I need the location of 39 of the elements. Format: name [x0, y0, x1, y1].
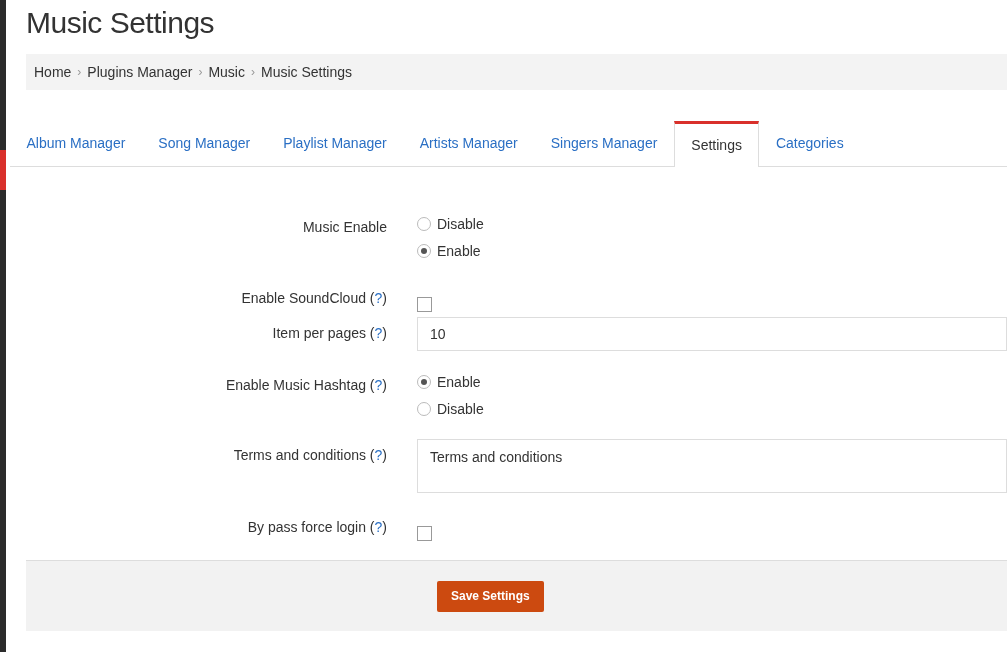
breadcrumb-separator: ›: [251, 64, 255, 81]
checkbox[interactable]: [417, 526, 432, 541]
checkbox[interactable]: [417, 297, 432, 312]
radio-button[interactable]: [417, 402, 431, 416]
tab[interactable]: Settings: [673, 121, 760, 167]
breadcrumb-separator: ›: [77, 64, 82, 81]
field-label: Enable SoundCloud: [241, 290, 366, 306]
help-link[interactable]: (?): [369, 519, 387, 535]
tab[interactable]: Album Manager: [10, 121, 142, 166]
field-label: Item per pages: [272, 325, 366, 341]
radio-option[interactable]: Disable: [417, 214, 1007, 234]
field-label: By pass force login: [247, 519, 366, 535]
radio-button[interactable]: [417, 217, 431, 231]
help-link[interactable]: (?): [369, 290, 387, 306]
radio-option[interactable]: Enable: [417, 241, 1007, 261]
tab[interactable]: Song Manager: [141, 121, 267, 166]
breadcrumb-link[interactable]: Home: [34, 61, 72, 83]
textarea-field[interactable]: Terms and conditions: [417, 439, 1007, 493]
field-label: Terms and conditions: [233, 447, 366, 463]
breadcrumb-link[interactable]: Music: [208, 61, 245, 83]
help-link[interactable]: (?): [369, 447, 387, 463]
help-link[interactable]: (?): [369, 377, 387, 393]
radio-option[interactable]: Enable: [417, 372, 1007, 392]
input-field[interactable]: 10: [417, 317, 1007, 351]
help-link[interactable]: (?): [369, 325, 387, 341]
radio-option[interactable]: Disable: [417, 399, 1007, 419]
field-label: Music Enable: [302, 219, 387, 235]
save-button[interactable]: Save Settings: [437, 580, 544, 612]
breadcrumb-link[interactable]: Plugins Manager: [87, 61, 193, 83]
breadcrumb-link[interactable]: Music Settings: [261, 61, 353, 83]
tab[interactable]: Singers Manager: [534, 121, 674, 166]
tab[interactable]: Playlist Manager: [266, 121, 404, 166]
field-label: Enable Music Hashtag: [225, 377, 366, 393]
tab[interactable]: Artists Manager: [403, 121, 535, 166]
tab[interactable]: Categories: [759, 121, 861, 166]
breadcrumb-separator: ›: [198, 64, 203, 81]
radio-button[interactable]: [417, 375, 431, 389]
radio-button[interactable]: [417, 244, 431, 258]
page-title: Music Settings: [26, 5, 216, 41]
